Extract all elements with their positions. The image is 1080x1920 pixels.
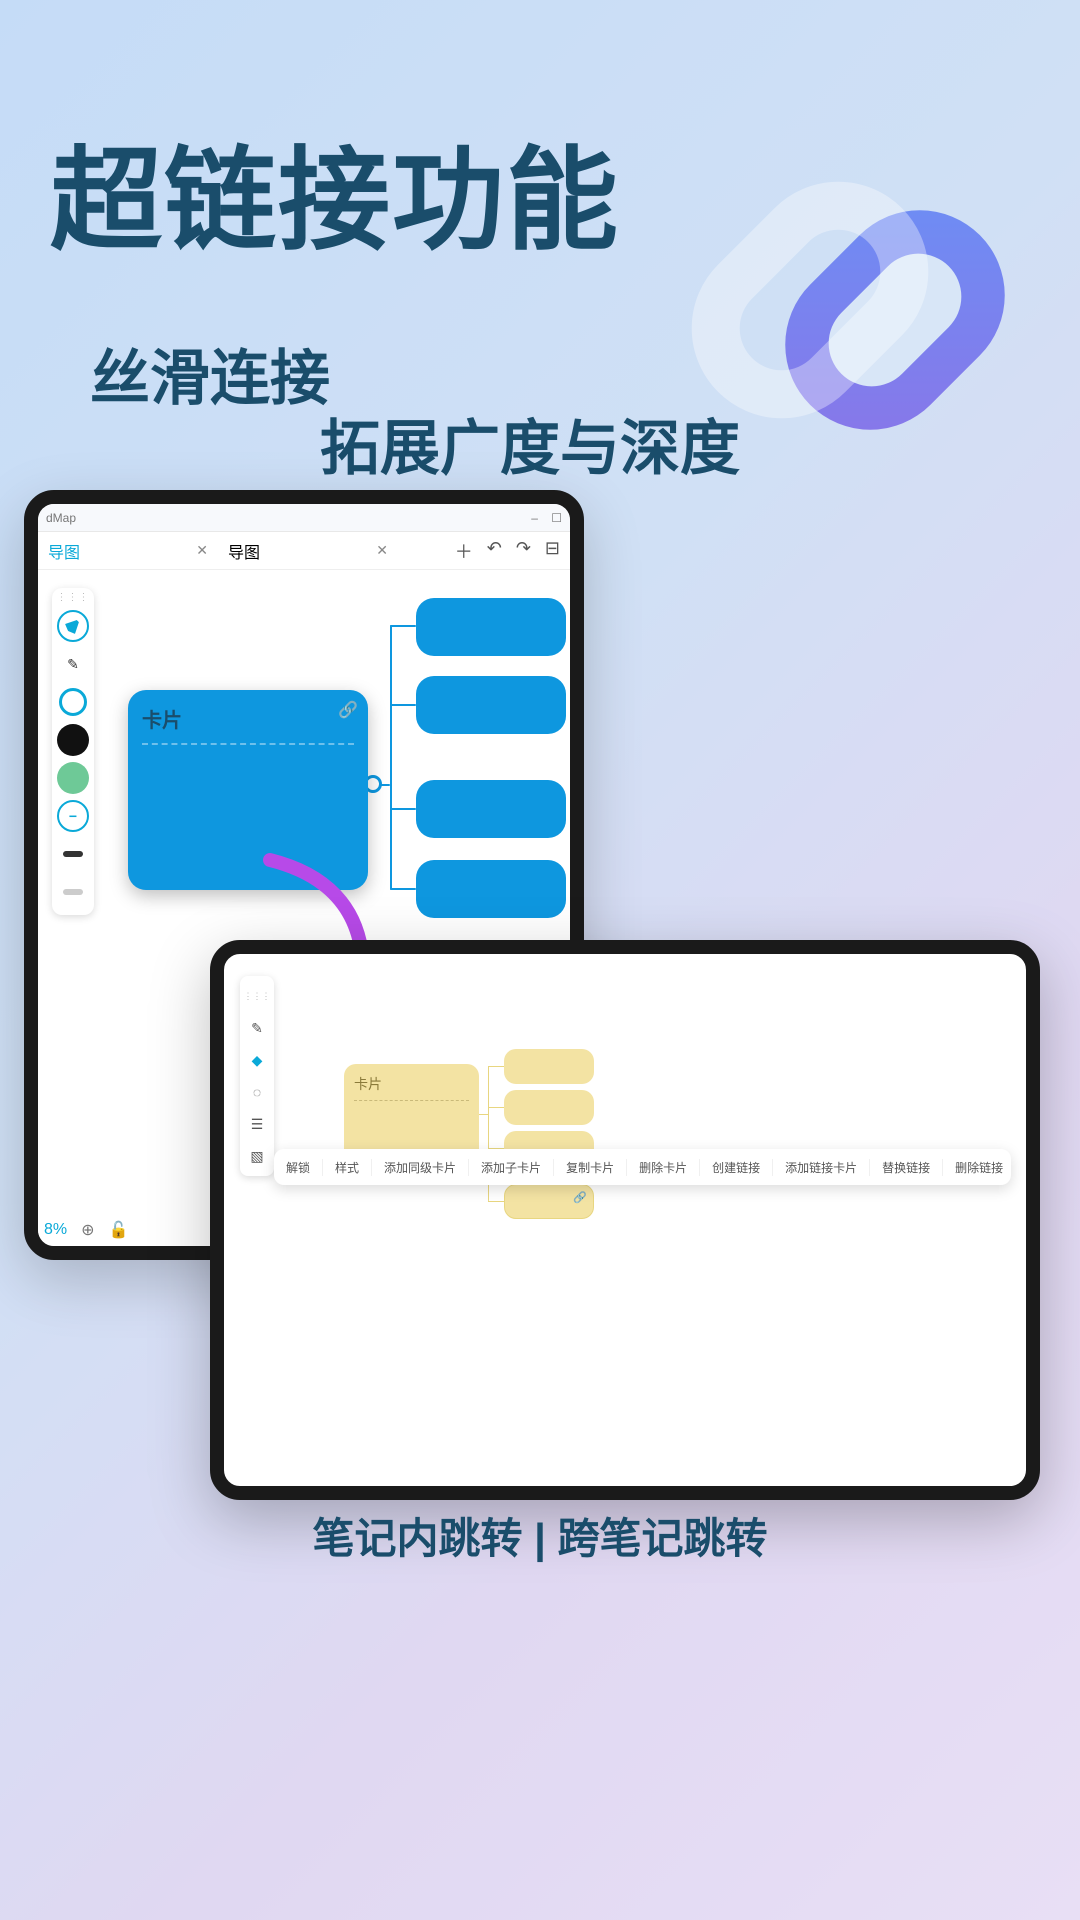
connector-line: [390, 808, 416, 810]
connector-line: [478, 1114, 488, 1115]
zoom-label[interactable]: 8%: [44, 1221, 67, 1239]
minimize-icon[interactable]: –: [531, 511, 538, 525]
card-title: 卡片: [354, 1074, 469, 1094]
thickness-dark-icon[interactable]: [63, 851, 83, 857]
pen-dark-icon[interactable]: ✎: [57, 648, 89, 680]
connector-line: [488, 1066, 504, 1067]
child-card-yellow[interactable]: [504, 1049, 594, 1084]
tablet-screenshot-2: ⋮⋮⋮ ✎ ◆ ◌ ☰ ▧ 卡片 🔗 解锁 样式 添加同级卡片 添加子卡片 复制…: [210, 940, 1040, 1500]
ctx-item-delete-link[interactable]: 删除链接: [943, 1159, 1011, 1176]
tool-palette-2[interactable]: ⋮⋮⋮ ✎ ◆ ◌ ☰ ▧: [240, 976, 274, 1176]
subtitle-2: 拓展广度与深度: [320, 400, 740, 487]
child-card[interactable]: [416, 860, 566, 918]
ctx-item-add-sibling[interactable]: 添加同级卡片: [372, 1159, 469, 1176]
ctx-item-create-link[interactable]: 创建链接: [700, 1159, 773, 1176]
child-card[interactable]: [416, 676, 566, 734]
app-name: dMap: [46, 511, 76, 525]
connector-line: [488, 1201, 504, 1202]
child-card[interactable]: [416, 598, 566, 656]
minus-tool-icon[interactable]: −: [57, 800, 89, 832]
pen-tool-icon[interactable]: [57, 610, 89, 642]
main-card[interactable]: 卡片 🔗: [128, 690, 368, 890]
ctx-item-copy[interactable]: 复制卡片: [554, 1159, 627, 1176]
eraser-icon[interactable]: ◆: [244, 1047, 270, 1073]
main-title: 超链接功能: [50, 110, 620, 272]
ctx-item-unlock[interactable]: 解锁: [274, 1159, 323, 1176]
card-title: 卡片: [142, 704, 354, 733]
connector-line: [488, 1107, 504, 1108]
close-icon[interactable]: ✕: [196, 542, 208, 559]
drag-handle-icon[interactable]: ⋮⋮⋮: [57, 592, 90, 603]
status-bar: 8% ⊕ 🔓: [44, 1220, 128, 1240]
undo-icon[interactable]: ↶: [487, 538, 502, 564]
child-card-yellow-linked[interactable]: 🔗: [504, 1184, 594, 1219]
ctx-item-add-child[interactable]: 添加子卡片: [469, 1159, 554, 1176]
ctx-item-delete[interactable]: 删除卡片: [627, 1159, 700, 1176]
ctx-item-replace-link[interactable]: 替换链接: [870, 1159, 943, 1176]
link-icon: 🔗: [573, 1191, 587, 1204]
connector-line: [390, 625, 416, 627]
bottom-caption: 笔记内跳转 | 跨笔记跳转: [0, 1505, 1080, 1566]
tab-inactive[interactable]: 导图 ✕: [218, 532, 398, 569]
connector-line: [390, 704, 416, 706]
pen-icon[interactable]: ✎: [244, 1015, 270, 1041]
tab-bar: 导图 ✕ 导图 ✕ ＋ ↶ ↷ ⊟: [38, 532, 570, 570]
connector-line: [390, 888, 416, 890]
link-icon[interactable]: 🔗: [338, 700, 358, 720]
tab-active[interactable]: 导图 ✕: [38, 532, 218, 569]
card-divider: [354, 1100, 469, 1101]
link-icon-decor: [730, 150, 1030, 450]
thickness-light-icon[interactable]: [63, 889, 83, 895]
tab-label: 导图: [228, 539, 260, 563]
close-icon[interactable]: ✕: [376, 542, 388, 559]
child-card[interactable]: [416, 780, 566, 838]
card-divider: [142, 743, 354, 745]
image-icon[interactable]: ▧: [244, 1143, 270, 1169]
ring-tool-icon[interactable]: [59, 688, 87, 716]
maximize-icon[interactable]: ☐: [551, 511, 562, 525]
child-card-yellow[interactable]: [504, 1090, 594, 1125]
outline-icon[interactable]: ⊟: [545, 538, 560, 564]
connector-line: [390, 625, 392, 890]
subtitle-1: 丝滑连接: [90, 330, 330, 417]
drag-handle-icon[interactable]: ⋮⋮⋮: [244, 983, 270, 1009]
tab-label: 导图: [48, 539, 80, 563]
window-header: dMap – ☐: [38, 504, 570, 532]
color-black-icon[interactable]: [57, 724, 89, 756]
target-icon[interactable]: ⊕: [81, 1220, 94, 1240]
context-menu: 解锁 样式 添加同级卡片 添加子卡片 复制卡片 删除卡片 创建链接 添加链接卡片…: [274, 1149, 1011, 1185]
add-tab-icon[interactable]: ＋: [455, 538, 473, 564]
ctx-item-style[interactable]: 样式: [323, 1159, 372, 1176]
lasso-icon[interactable]: ◌: [244, 1079, 270, 1105]
redo-icon[interactable]: ↷: [516, 538, 531, 564]
text-icon[interactable]: ☰: [244, 1111, 270, 1137]
color-green-icon[interactable]: [57, 762, 89, 794]
tool-palette[interactable]: ⋮⋮⋮ ✎ −: [52, 588, 94, 915]
lock-icon[interactable]: 🔓: [109, 1220, 129, 1240]
ctx-item-add-link-card[interactable]: 添加链接卡片: [773, 1159, 870, 1176]
